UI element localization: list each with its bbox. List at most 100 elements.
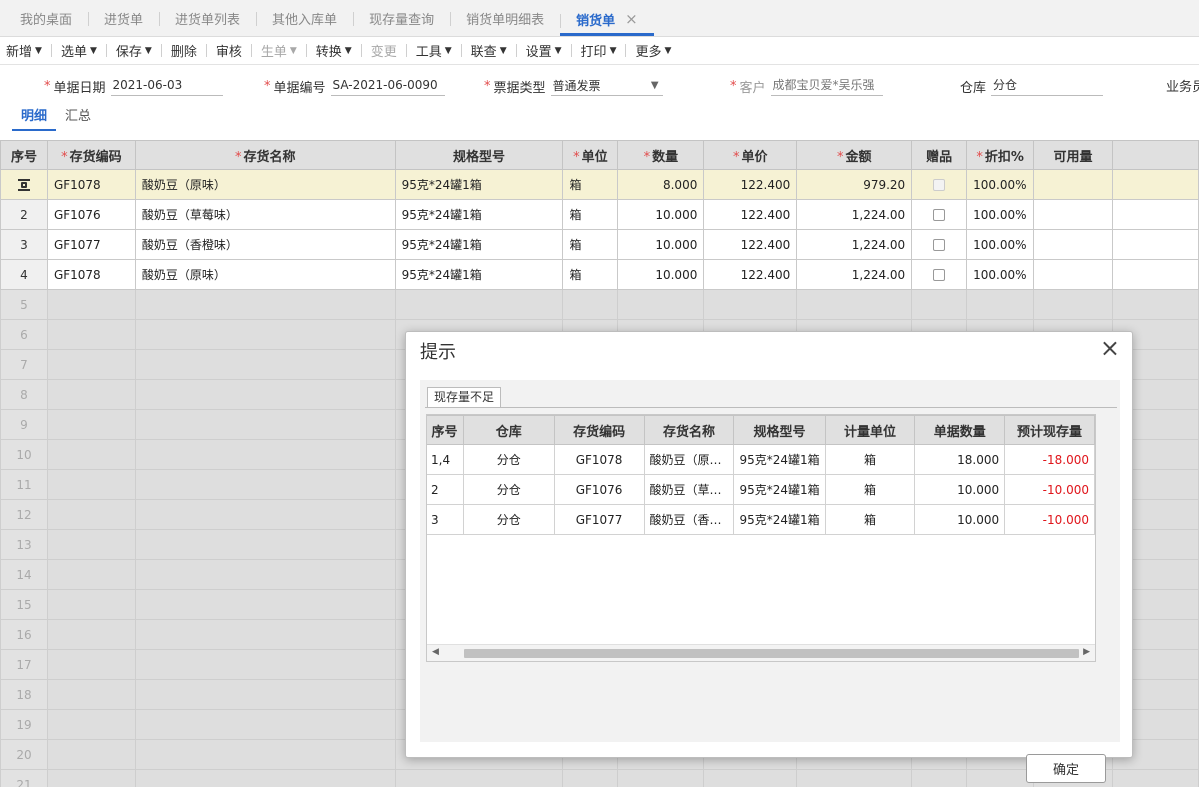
empty-cell[interactable]	[134, 319, 396, 350]
more-button[interactable]: 更多 ▼	[635, 41, 680, 60]
empty-cell[interactable]	[134, 409, 396, 440]
empty-cell[interactable]	[796, 769, 913, 787]
row-action-cell[interactable]	[0, 169, 48, 200]
col-header-spec[interactable]: 规格型号	[733, 415, 826, 445]
date-input[interactable]: 2021-06-03	[110, 76, 223, 96]
empty-cell[interactable]	[966, 289, 1035, 320]
cell-qty[interactable]: 8.000	[617, 169, 705, 200]
col-header-amount[interactable]: * 金额	[796, 140, 913, 170]
col-header-idx[interactable]: 序号	[427, 415, 464, 445]
cell-discount[interactable]: 100.00%	[966, 169, 1035, 200]
print-button[interactable]: 打印 ▼	[581, 41, 626, 60]
cell-name[interactable]: 酸奶豆（原味）	[134, 169, 396, 200]
new-button[interactable]: 新增 ▼	[6, 41, 51, 60]
horizontal-scrollbar[interactable]: ◀ ▶	[427, 644, 1095, 661]
empty-cell[interactable]	[562, 289, 619, 320]
tab-purchase-order[interactable]: 进货单	[88, 0, 159, 36]
empty-cell[interactable]	[46, 409, 136, 440]
empty-cell[interactable]	[911, 289, 968, 320]
col-header-gift[interactable]: 赠品	[911, 140, 968, 170]
empty-cell[interactable]	[46, 589, 136, 620]
scroll-left-icon[interactable]: ◀	[432, 647, 439, 657]
scrollbar-thumb[interactable]	[464, 649, 1079, 658]
cell-spec[interactable]: 95克*24罐1箱	[394, 169, 564, 200]
delete-button[interactable]: 删除	[171, 41, 206, 60]
cell-code[interactable]: GF1076	[46, 199, 136, 230]
col-header-unit[interactable]: * 单位	[562, 140, 619, 170]
cell-name[interactable]: 酸奶豆（草莓味）	[134, 199, 396, 230]
empty-cell[interactable]	[394, 769, 564, 787]
empty-cell[interactable]	[46, 769, 136, 787]
empty-cell[interactable]	[703, 769, 798, 787]
cell-qty[interactable]: 10.000	[617, 259, 705, 290]
audit-button[interactable]: 审核	[216, 41, 251, 60]
cell-amount[interactable]: 1,224.00	[796, 259, 913, 290]
empty-cell[interactable]	[134, 589, 396, 620]
customer-input[interactable]: 成都宝贝爱*吴乐强	[770, 76, 883, 96]
cell-spec[interactable]: 95克*24罐1箱	[394, 259, 564, 290]
empty-cell[interactable]	[703, 289, 798, 320]
empty-cell[interactable]	[46, 739, 136, 770]
empty-cell[interactable]	[46, 499, 136, 530]
scroll-right-icon[interactable]: ▶	[1083, 647, 1090, 657]
cell-unit[interactable]: 箱	[562, 229, 619, 260]
cell-qty[interactable]: 10.000	[617, 229, 705, 260]
col-header-forecast[interactable]: 预计现存量	[1004, 415, 1095, 445]
empty-cell[interactable]	[134, 379, 396, 410]
empty-cell[interactable]	[1111, 769, 1199, 787]
gift-checkbox[interactable]	[933, 209, 946, 221]
number-input[interactable]: SA-2021-06-0090	[330, 76, 445, 96]
empty-row[interactable]: 5	[0, 289, 1199, 320]
cell-price[interactable]: 122.400	[703, 259, 798, 290]
settings-button[interactable]: 设置 ▼	[526, 41, 571, 60]
empty-cell[interactable]	[46, 679, 136, 710]
col-header-qty[interactable]: 单据数量	[914, 415, 1006, 445]
table-row[interactable]: 2 GF1076 酸奶豆（草莓味） 95克*24罐1箱 箱 10.000 122…	[0, 199, 1199, 230]
empty-cell[interactable]	[46, 709, 136, 740]
empty-row[interactable]: 21	[0, 769, 1199, 787]
tab-sales-detail[interactable]: 销货单明细表	[450, 0, 560, 36]
empty-cell[interactable]	[46, 649, 136, 680]
tab-detail[interactable]: 明细	[12, 107, 57, 131]
empty-cell[interactable]	[46, 289, 136, 320]
empty-cell[interactable]	[134, 559, 396, 590]
empty-cell[interactable]	[134, 289, 396, 320]
convert-button[interactable]: 转换 ▼	[316, 41, 361, 60]
cell-code[interactable]: GF1077	[46, 229, 136, 260]
warehouse-input[interactable]: 分仓	[991, 76, 1104, 96]
invoice-type-select[interactable]: 普通发票 ▼	[550, 76, 663, 96]
ok-button[interactable]: 确定	[1026, 754, 1106, 783]
empty-cell[interactable]	[134, 499, 396, 530]
empty-cell[interactable]	[617, 289, 705, 320]
col-header-name[interactable]: 存货名称	[643, 415, 735, 445]
col-header-code[interactable]: 存货编码	[553, 415, 645, 445]
save-button[interactable]: 保存 ▼	[116, 41, 161, 60]
empty-cell[interactable]	[562, 769, 619, 787]
empty-cell[interactable]	[134, 529, 396, 560]
empty-cell[interactable]	[1033, 289, 1113, 320]
empty-cell[interactable]	[46, 559, 136, 590]
gift-checkbox[interactable]	[933, 179, 946, 191]
cell-discount[interactable]: 100.00%	[966, 229, 1035, 260]
empty-cell[interactable]	[134, 649, 396, 680]
cell-gift[interactable]	[911, 199, 968, 230]
col-header-qty[interactable]: * 数量	[617, 140, 705, 170]
row-edit-icon[interactable]	[17, 179, 31, 191]
empty-cell[interactable]	[134, 709, 396, 740]
query-button[interactable]: 联查 ▼	[471, 41, 516, 60]
cell-name[interactable]: 酸奶豆（香橙味）	[134, 229, 396, 260]
cell-name[interactable]: 酸奶豆（原味）	[134, 259, 396, 290]
cell-amount[interactable]: 1,224.00	[796, 199, 913, 230]
empty-cell[interactable]	[1111, 289, 1199, 320]
col-header-code[interactable]: * 存货编码	[46, 140, 136, 170]
table-row[interactable]: 4 GF1078 酸奶豆（原味） 95克*24罐1箱 箱 10.000 122.…	[0, 259, 1199, 290]
col-header-unit[interactable]: 计量单位	[824, 415, 916, 445]
gift-checkbox[interactable]	[933, 239, 946, 251]
cell-discount[interactable]: 100.00%	[966, 259, 1035, 290]
cell-price[interactable]: 122.400	[703, 169, 798, 200]
tools-button[interactable]: 工具 ▼	[416, 41, 461, 60]
empty-cell[interactable]	[911, 769, 968, 787]
empty-cell[interactable]	[134, 679, 396, 710]
change-button[interactable]: 变更	[371, 41, 406, 60]
cell-price[interactable]: 122.400	[703, 199, 798, 230]
